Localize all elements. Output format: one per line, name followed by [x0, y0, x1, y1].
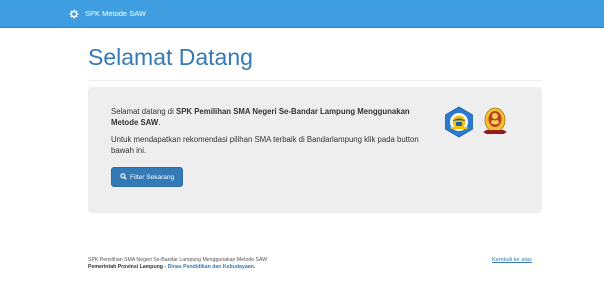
- search-icon: [120, 172, 127, 182]
- page-header: Selamat Datang: [88, 44, 542, 81]
- brand-title: SPK Metode SAW: [85, 9, 146, 18]
- filter-now-label: Filter Sekarang: [130, 173, 175, 181]
- page-footer: SPK Pemilihan SMA Negeri Se-Bandar Lampu…: [88, 257, 542, 271]
- welcome-panel: Selamat datang di SPK Pemilihan SMA Nege…: [88, 87, 542, 213]
- navbar-brand[interactable]: SPK Metode SAW: [69, 9, 146, 19]
- lampung-province-emblem: [481, 105, 509, 137]
- intro-prefix: Selamat datang di: [111, 107, 177, 116]
- footer-period: .: [253, 264, 256, 270]
- footer-line-2: Pemerintah Provinsi Lampung - Dinas Pend…: [88, 264, 542, 271]
- welcome-text: Selamat datang di SPK Pemilihan SMA Nege…: [111, 106, 431, 162]
- cog-icon: [69, 9, 79, 19]
- back-to-top-link[interactable]: Kembali ke atas: [492, 257, 532, 263]
- tut-wuri-handayani-logo: [443, 106, 475, 138]
- footer-department-link[interactable]: Dinas Pendidikan dan Kebudayaan: [168, 264, 254, 270]
- top-navbar: SPK Metode SAW: [0, 0, 604, 28]
- footer-government: Pemerintah Provinsi Lampung -: [88, 264, 168, 270]
- description-paragraph: Untuk mendapatkan rekomendasi pilihan SM…: [111, 135, 419, 155]
- footer-line-1: SPK Pemilihan SMA Negeri Se-Bandar Lampu…: [88, 257, 268, 263]
- filter-now-button[interactable]: Filter Sekarang: [111, 167, 184, 187]
- page-title: Selamat Datang: [88, 44, 253, 70]
- intro-paragraph: Selamat datang di SPK Pemilihan SMA Nege…: [111, 106, 431, 128]
- intro-suffix: .: [158, 118, 161, 127]
